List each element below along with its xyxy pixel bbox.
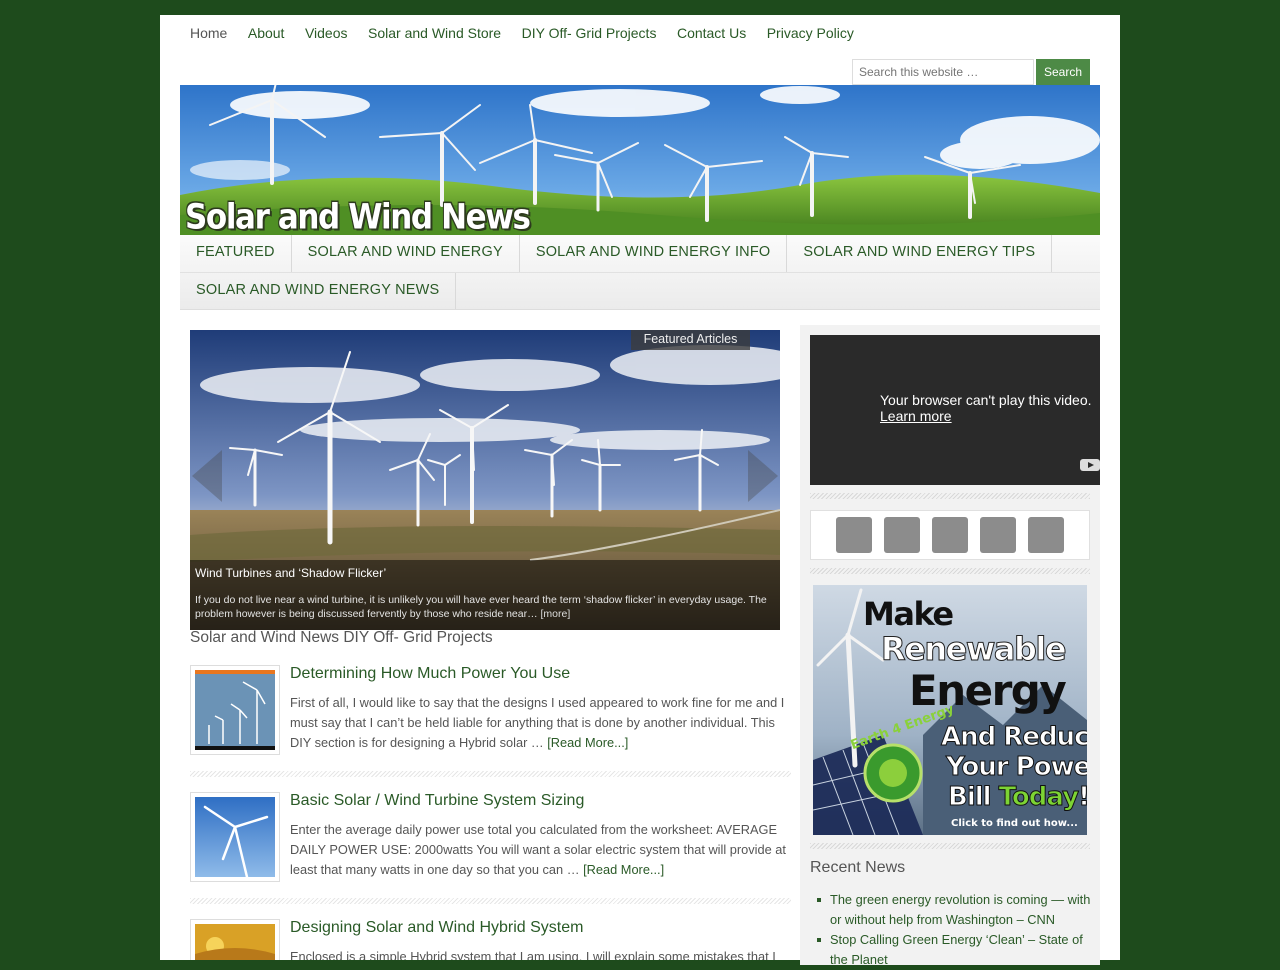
post-excerpt-text: First of all, I would like to say that t… [290,695,785,750]
nav-contact[interactable]: Contact Us [677,25,746,41]
category-nav-row: SOLAR AND WIND ENERGY NEWS [180,272,1100,309]
ad-image: Earth 4 Energy Make Renewable Energy And… [813,585,1087,835]
post-thumbnail-image [195,924,275,960]
ad-headline-6a: Bill [948,782,999,812]
svg-text:Bill Today!: Bill Today! [948,782,1087,812]
nav-about[interactable]: About [248,25,285,41]
nav-home[interactable]: Home [190,25,227,41]
cat-solar-wind-energy[interactable]: SOLAR AND WIND ENERGY [292,235,520,272]
social-icon-5[interactable] [1028,517,1064,553]
ad-headline-2: Renewable [881,630,1066,668]
nav-store[interactable]: Solar and Wind Store [368,25,501,41]
sidebar-divider [810,843,1090,849]
social-icon-4[interactable] [980,517,1016,553]
ad-headline-6b: Today [999,782,1080,812]
social-icon-2[interactable] [884,517,920,553]
search-button[interactable]: Search [1036,59,1090,85]
post-title[interactable]: Determining How Much Power You Use [290,665,570,683]
post-divider [190,898,791,904]
section-title[interactable]: Solar and Wind News DIY Off- Grid Projec… [190,629,493,647]
post-excerpt: Enclosed is a simple Hybrid system that … [290,947,791,960]
post-excerpt-text: Enclosed is a simple Hybrid system that … [290,949,776,960]
read-more-link[interactable]: [Read More...] [547,735,628,750]
ad-headline-1: Make [863,595,953,633]
page-container: Home About Videos Solar and Wind Store D… [160,15,1120,967]
video-error-message: Your browser can't play this video. [880,392,1092,408]
category-navigation: FEATURED SOLAR AND WIND ENERGY SOLAR AND… [180,235,1100,310]
post-thumbnail-image [195,670,275,750]
post-item: Basic Solar / Wind Turbine System Sizing… [190,792,791,882]
top-navigation: Home About Videos Solar and Wind Store D… [190,25,874,41]
ad-headline-6c: ! [1078,782,1087,812]
post-item: Designing Solar and Wind Hybrid System E… [190,919,791,960]
post-title[interactable]: Basic Solar / Wind Turbine System Sizing [290,792,584,810]
header-banner[interactable]: Solar and Wind News [180,85,1100,235]
post-title[interactable]: Designing Solar and Wind Hybrid System [290,919,583,937]
slider-prev-arrow[interactable] [192,450,222,502]
recent-news-title: Recent News [810,859,906,876]
slider-caption-excerpt: If you do not live near a wind turbine, … [195,593,775,621]
recent-news-list: The green energy revolution is coming — … [810,890,1100,970]
search-form: Search [852,59,1090,85]
advertisement-banner[interactable]: Earth 4 Energy Make Renewable Energy And… [813,585,1087,835]
post-thumbnail-image [195,797,275,877]
social-icon-1[interactable] [836,517,872,553]
slider-excerpt-text: If you do not live near a wind turbine, … [195,594,767,620]
sidebar-divider [810,568,1090,574]
recent-news-item[interactable]: Stop Calling Green Energy ‘Clean’ – Stat… [810,930,1100,970]
cat-featured[interactable]: FEATURED [180,235,292,272]
ad-cta: Click to find out how... [951,818,1078,829]
slider-caption: Wind Turbines and ‘Shadow Flicker’ If yo… [190,560,780,630]
post-thumbnail[interactable] [190,919,280,960]
site-title[interactable]: Solar and Wind News [185,197,531,235]
nav-diy-projects[interactable]: DIY Off- Grid Projects [522,25,657,41]
recent-news-item[interactable]: The green energy revolution is coming — … [810,890,1100,930]
youtube-icon[interactable] [1080,459,1100,471]
featured-slider: Featured Articles Wind Turbines and ‘Sha… [190,330,780,630]
ad-headline-4: And Reduce [941,722,1087,752]
slider-caption-title[interactable]: Wind Turbines and ‘Shadow Flicker’ [195,565,775,581]
nav-videos[interactable]: Videos [305,25,348,41]
slider-next-arrow[interactable] [748,450,778,502]
nav-privacy[interactable]: Privacy Policy [767,25,854,41]
read-more-link[interactable]: [Read More...] [583,862,664,877]
slider-more-link[interactable]: [more] [541,608,571,620]
ad-headline-3: Energy [909,666,1066,715]
video-player[interactable]: Your browser can't play this video. Lear… [810,335,1100,485]
post-thumbnail[interactable] [190,665,280,755]
category-nav-row: FEATURED SOLAR AND WIND ENERGY SOLAR AND… [180,235,1100,272]
post-excerpt-text: Enter the average daily power use total … [290,822,786,877]
cat-solar-wind-energy-tips[interactable]: SOLAR AND WIND ENERGY TIPS [787,235,1053,272]
cat-solar-wind-energy-news[interactable]: SOLAR AND WIND ENERGY NEWS [180,273,457,309]
social-icons-widget [810,510,1090,560]
cat-solar-wind-energy-info[interactable]: SOLAR AND WIND ENERGY INFO [520,235,788,272]
post-thumbnail[interactable] [190,792,280,882]
post-item: Determining How Much Power You Use First… [190,665,791,755]
search-input[interactable] [852,59,1034,85]
featured-articles-tag: Featured Articles [631,330,750,350]
post-divider [190,771,791,777]
video-learn-more-link[interactable]: Learn more [880,408,952,424]
sidebar-divider [810,493,1090,499]
post-excerpt: Enter the average daily power use total … [290,820,791,880]
ad-headline-5: Your Power [945,752,1087,782]
post-excerpt: First of all, I would like to say that t… [290,693,791,753]
social-icon-3[interactable] [932,517,968,553]
